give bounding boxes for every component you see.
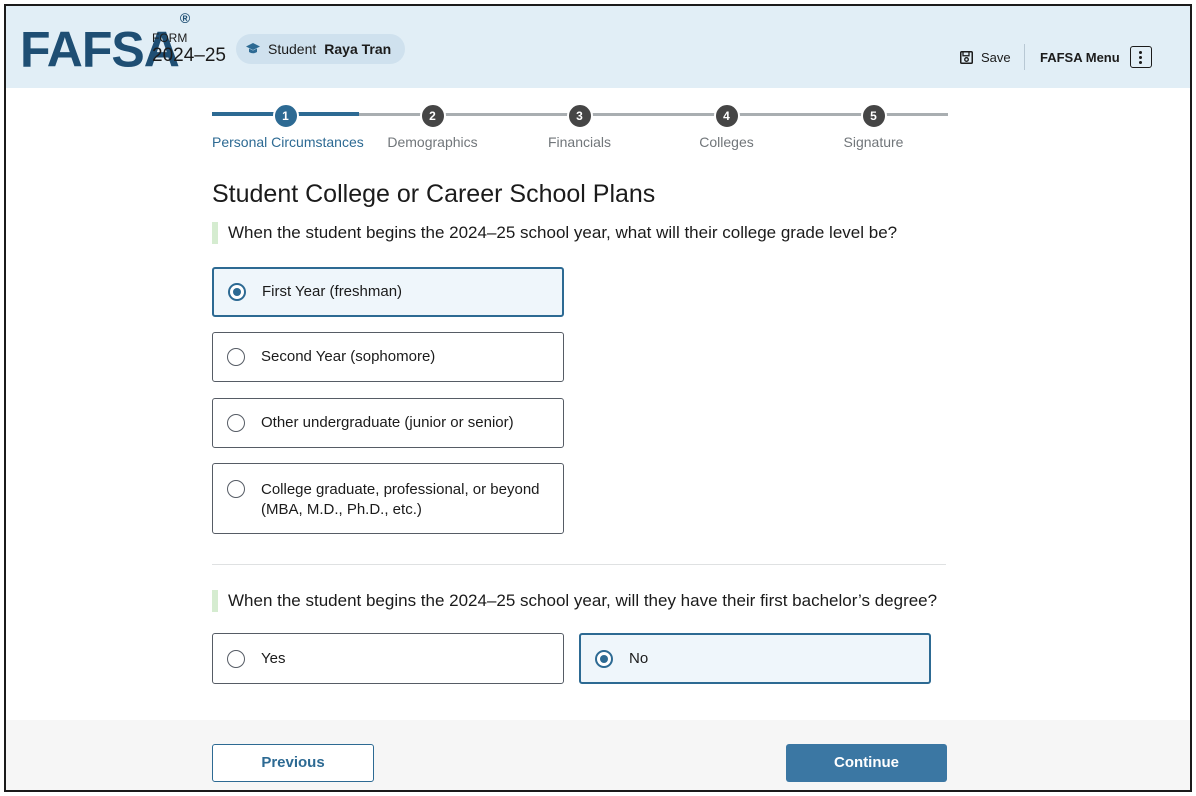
student-name: Raya Tran xyxy=(324,41,392,57)
site-header: FAFSA® FORM 2024–25 Student Raya Tran Sa… xyxy=(6,6,1190,88)
progress-stepper: 1 Personal Circumstances 2 Demographics … xyxy=(212,102,948,152)
radio-option-other-undergraduate[interactable]: Other undergraduate (junior or senior) xyxy=(212,398,564,448)
kebab-menu-icon xyxy=(1129,46,1152,68)
header-divider xyxy=(1024,44,1025,70)
app-window: FAFSA® FORM 2024–25 Student Raya Tran Sa… xyxy=(4,4,1192,792)
radio-button[interactable] xyxy=(227,480,245,498)
step-label: Personal Circumstances xyxy=(212,134,364,150)
step-number: 2 xyxy=(419,103,446,129)
question-marker xyxy=(212,590,218,612)
graduation-cap-icon xyxy=(246,43,260,54)
step-personal-circumstances: 1 Personal Circumstances xyxy=(212,102,364,150)
radio-option-first-year[interactable]: First Year (freshman) xyxy=(212,267,564,317)
radio-label: Other undergraduate (junior or senior) xyxy=(261,414,514,431)
question-bachelors-degree: When the student begins the 2024–25 scho… xyxy=(212,590,937,612)
step-number: 4 xyxy=(713,103,740,129)
radio-button-checked[interactable] xyxy=(595,649,613,668)
step-number: 5 xyxy=(860,103,887,129)
question-text: When the student begins the 2024–25 scho… xyxy=(228,223,898,242)
question-marker xyxy=(212,222,218,244)
step-label: Signature xyxy=(843,134,904,150)
student-prefix: Student xyxy=(268,41,317,57)
menu-label: FAFSA Menu xyxy=(1040,49,1120,65)
step-number: 3 xyxy=(566,103,593,129)
radio-option-yes[interactable]: Yes xyxy=(212,633,564,684)
save-label: Save xyxy=(981,50,1011,65)
form-year: 2024–25 xyxy=(152,45,226,66)
radio-option-no[interactable]: No xyxy=(579,633,931,684)
question-text: When the student begins the 2024–25 scho… xyxy=(228,591,938,610)
step-label: Colleges xyxy=(699,134,754,150)
radio-button[interactable] xyxy=(227,414,245,432)
radio-button[interactable] xyxy=(227,649,245,668)
radio-option-college-graduate[interactable]: College graduate, professional, or beyon… xyxy=(212,463,564,534)
radio-label: First Year (freshman) xyxy=(262,283,403,300)
step-financials: 3 Financials xyxy=(506,102,653,150)
step-label: Financials xyxy=(547,134,612,150)
save-button[interactable]: Save xyxy=(960,50,1011,65)
radio-label: Second Year (sophomore) xyxy=(261,348,436,365)
radio-option-second-year[interactable]: Second Year (sophomore) xyxy=(212,332,564,382)
step-label: Demographics xyxy=(387,134,478,150)
previous-button[interactable]: Previous xyxy=(212,744,374,782)
step-number: 1 xyxy=(272,103,299,129)
registered-mark: ® xyxy=(179,10,190,26)
radio-button[interactable] xyxy=(227,348,245,366)
student-badge: Student Raya Tran xyxy=(236,34,406,64)
radio-label-multiline: College graduate, professional, or beyon… xyxy=(261,480,540,520)
form-label: FORM xyxy=(152,31,188,45)
question-grade-level: When the student begins the 2024–25 scho… xyxy=(212,222,897,244)
radio-button-checked[interactable] xyxy=(228,283,246,301)
radio-label-line2: (MBA, M.D., Ph.D., etc.) xyxy=(261,501,422,518)
page-title: Student College or Career School Plans xyxy=(212,180,656,208)
save-icon xyxy=(960,51,973,64)
step-signature: 5 Signature xyxy=(800,102,947,150)
radio-label-line1: College graduate, professional, or beyon… xyxy=(261,481,540,498)
fafsa-menu-button[interactable]: FAFSA Menu xyxy=(1040,46,1152,68)
radio-label: No xyxy=(629,649,649,667)
form-year-block: FORM 2024–25 xyxy=(152,32,226,65)
section-divider xyxy=(212,564,946,565)
step-demographics: 2 Demographics xyxy=(359,102,506,150)
continue-button[interactable]: Continue xyxy=(786,744,947,782)
page-footer xyxy=(6,720,1190,790)
radio-label: Yes xyxy=(261,649,286,667)
step-colleges: 4 Colleges xyxy=(653,102,800,150)
